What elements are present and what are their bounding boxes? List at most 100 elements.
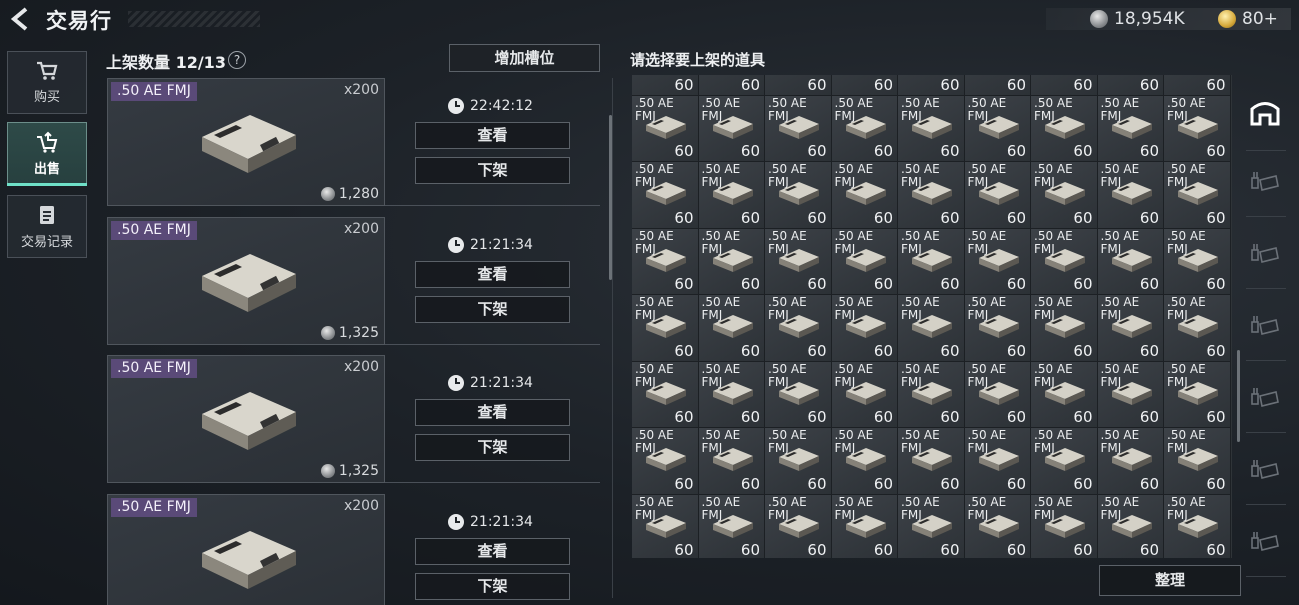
gold-currency[interactable]: 80+ [1218,8,1278,30]
inventory-slot[interactable]: .50 AE FMJ 60 [765,428,832,495]
inventory-slot[interactable]: .50 AE FMJ 60 [698,428,765,495]
inventory-slot[interactable]: .50 AE FMJ 60 [831,361,898,428]
inventory-slot[interactable]: .50 AE FMJ 60 [632,428,699,495]
inventory-slot[interactable]: .50 AE FMJ 60 [1097,162,1164,229]
help-icon[interactable]: ? [228,51,246,69]
inventory-slot[interactable]: .50 AE FMJ 60 [765,295,832,362]
inventory-slot[interactable]: .50 AE FMJ 60 [765,95,832,162]
inventory-scrollbar[interactable] [1237,350,1240,442]
sidebar-item-records[interactable]: 交易记录 [7,195,87,258]
inventory-slot[interactable]: .50 AE FMJ 60 [898,162,965,229]
inventory-slot[interactable]: .50 AE FMJ 60 [831,295,898,362]
delist-button[interactable]: 下架 [415,434,570,461]
listed-item-card[interactable]: .50 AE FMJ x200 1,325 [107,216,385,345]
view-button[interactable]: 查看 [415,399,570,426]
category-filter-icon[interactable] [1248,240,1282,270]
inventory-slot[interactable]: .50 AE FMJ 60 [964,228,1031,295]
inventory-slot[interactable]: .50 AE FMJ 60 [964,162,1031,229]
inventory-slot[interactable]: .50 AE FMJ 60 [1164,428,1231,495]
inventory-slot[interactable]: .50 AE FMJ 60 [1031,162,1098,229]
inventory-slot[interactable]: .50 AE FMJ 60 [1097,75,1164,96]
inventory-slot[interactable]: .50 AE FMJ 60 [632,162,699,229]
inventory-slot[interactable]: .50 AE FMJ 60 [632,295,699,362]
inventory-slot[interactable]: .50 AE FMJ 60 [632,75,699,96]
view-button[interactable]: 查看 [415,537,570,565]
inventory-slot[interactable]: .50 AE FMJ 60 [964,75,1031,96]
inventory-slot[interactable]: .50 AE FMJ 60 [765,75,832,96]
listed-item-card[interactable]: .50 AE FMJ x200 1,325 [107,355,385,483]
inventory-slot[interactable]: .50 AE FMJ 60 [632,494,699,558]
inventory-slot[interactable]: .50 AE FMJ 60 [898,361,965,428]
view-button[interactable]: 查看 [415,122,570,149]
inventory-slot[interactable]: .50 AE FMJ 60 [1164,75,1231,96]
inventory-slot[interactable]: .50 AE FMJ 60 [765,228,832,295]
inventory-slot[interactable]: .50 AE FMJ 60 [1097,95,1164,162]
inventory-slot[interactable]: .50 AE FMJ 60 [964,494,1031,558]
inventory-slot[interactable]: .50 AE FMJ 60 [698,228,765,295]
inventory-slot[interactable]: .50 AE FMJ 60 [1164,361,1231,428]
inventory-slot[interactable]: .50 AE FMJ 60 [1031,494,1098,558]
inventory-slot[interactable]: .50 AE FMJ 60 [831,494,898,558]
inventory-slot[interactable]: .50 AE FMJ 60 [964,428,1031,495]
inventory-slot[interactable]: .50 AE FMJ 60 [698,295,765,362]
inventory-slot[interactable]: .50 AE FMJ 60 [1164,295,1231,362]
inventory-slot[interactable]: .50 AE FMJ 60 [898,428,965,495]
inventory-slot[interactable]: .50 AE FMJ 60 [964,95,1031,162]
inventory-slot[interactable]: .50 AE FMJ 60 [1031,95,1098,162]
inventory-slot[interactable]: .50 AE FMJ 60 [1031,75,1098,96]
inventory-slot[interactable]: .50 AE FMJ 60 [1164,228,1231,295]
inventory-slot[interactable]: .50 AE FMJ 60 [1164,95,1231,162]
sidebar-item-sell[interactable]: 出售 [7,122,87,185]
inventory-slot[interactable]: .50 AE FMJ 60 [698,75,765,96]
inventory-slot[interactable]: .50 AE FMJ 60 [698,494,765,558]
inventory-slot[interactable]: .50 AE FMJ 60 [964,361,1031,428]
delist-button[interactable]: 下架 [415,157,570,184]
inventory-slot[interactable]: .50 AE FMJ 60 [831,228,898,295]
inventory-slot[interactable]: .50 AE FMJ 60 [698,95,765,162]
inventory-slot[interactable]: .50 AE FMJ 60 [1164,162,1231,229]
inventory-slot[interactable]: .50 AE FMJ 60 [1097,428,1164,495]
category-filter-icon[interactable] [1248,384,1282,414]
inventory-slot[interactable]: .50 AE FMJ 60 [898,295,965,362]
inventory-slot[interactable]: .50 AE FMJ 60 [898,494,965,558]
inventory-slot[interactable]: .50 AE FMJ 60 [831,95,898,162]
add-slot-button[interactable]: 增加槽位 [449,44,600,72]
inventory-slot[interactable]: .50 AE FMJ 60 [964,295,1031,362]
inventory-slot[interactable]: .50 AE FMJ 60 [1164,494,1231,558]
category-filter-icon[interactable] [1248,456,1282,486]
inventory-slot[interactable]: .50 AE FMJ 60 [1097,361,1164,428]
inventory-slot[interactable]: .50 AE FMJ 60 [698,162,765,229]
inventory-slot[interactable]: .50 AE FMJ 60 [1031,228,1098,295]
inventory-slot[interactable]: .50 AE FMJ 60 [831,428,898,495]
inventory-slot[interactable]: .50 AE FMJ 60 [1031,428,1098,495]
view-button[interactable]: 查看 [415,260,570,288]
inventory-slot[interactable]: .50 AE FMJ 60 [898,75,965,96]
inventory-slot[interactable]: .50 AE FMJ 60 [898,95,965,162]
delist-button[interactable]: 下架 [415,295,570,323]
inventory-slot[interactable]: .50 AE FMJ 60 [765,494,832,558]
inventory-slot[interactable]: .50 AE FMJ 60 [1031,295,1098,362]
inventory-slot[interactable]: .50 AE FMJ 60 [632,228,699,295]
inventory-filter-icon[interactable] [1248,98,1282,128]
category-filter-icon[interactable] [1248,168,1282,198]
category-filter-icon[interactable] [1248,528,1282,558]
inventory-slot[interactable]: .50 AE FMJ 60 [632,95,699,162]
back-arrow-icon[interactable] [6,6,32,32]
inventory-slot[interactable]: .50 AE FMJ 60 [765,361,832,428]
inventory-slot[interactable]: .50 AE FMJ 60 [765,162,832,229]
category-filter-icon[interactable] [1248,312,1282,342]
inventory-slot[interactable]: .50 AE FMJ 60 [1097,228,1164,295]
inventory-slot[interactable]: .50 AE FMJ 60 [1097,494,1164,558]
listed-item-card[interactable]: .50 AE FMJ x200 1,280 [107,78,385,206]
inventory-slot[interactable]: .50 AE FMJ 60 [831,75,898,96]
inventory-slot[interactable]: .50 AE FMJ 60 [831,162,898,229]
inventory-slot[interactable]: .50 AE FMJ 60 [632,361,699,428]
inventory-slot[interactable]: .50 AE FMJ 60 [1097,295,1164,362]
listed-item-card[interactable]: .50 AE FMJ x200 [107,493,385,605]
inventory-slot[interactable]: .50 AE FMJ 60 [898,228,965,295]
sort-button[interactable]: 整理 [1099,565,1241,596]
sidebar-item-buy[interactable]: 购买 [7,51,87,114]
inventory-slot[interactable]: .50 AE FMJ 60 [698,361,765,428]
inventory-slot[interactable]: .50 AE FMJ 60 [1031,361,1098,428]
delist-button[interactable]: 下架 [415,572,570,600]
